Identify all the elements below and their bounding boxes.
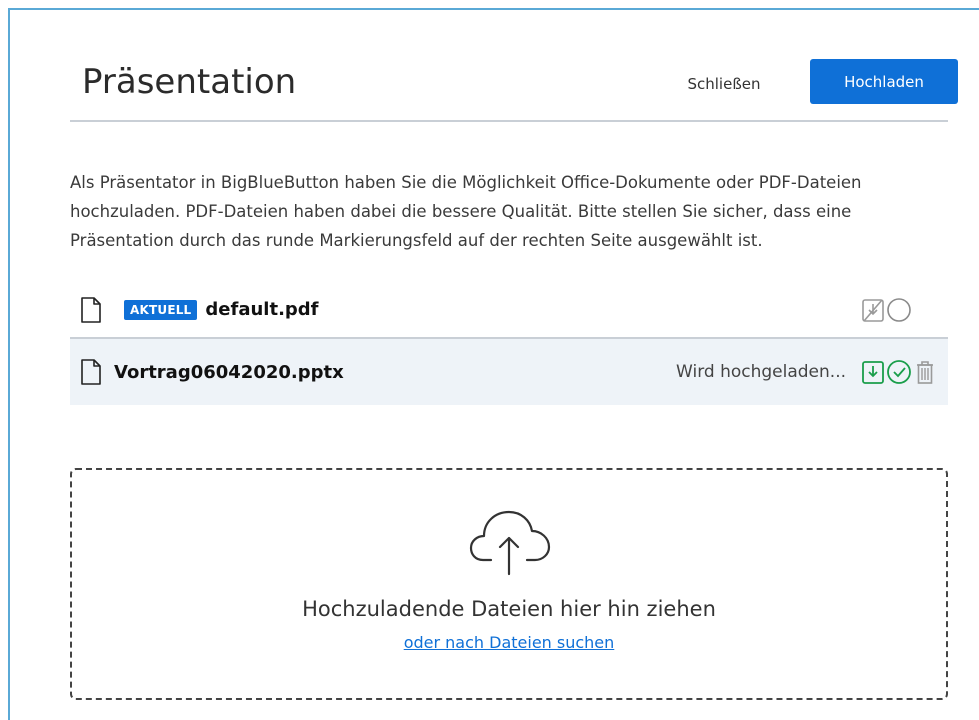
- radio-checked-icon[interactable]: [886, 359, 912, 385]
- trash-icon[interactable]: [912, 359, 938, 385]
- download-disabled-icon[interactable]: [860, 297, 886, 323]
- file-icon: [81, 296, 101, 323]
- browse-files-link[interactable]: oder nach Dateien suchen: [72, 633, 946, 652]
- upload-button[interactable]: Hochladen: [810, 59, 958, 104]
- dropzone-text: Hochzuladende Dateien hier hin ziehen: [302, 597, 716, 621]
- modal-title: Präsentation: [82, 62, 297, 102]
- current-badge: AKTUELL: [124, 299, 198, 320]
- cloud-upload-icon: [469, 510, 551, 576]
- download-enabled-icon[interactable]: [860, 359, 886, 385]
- upload-status: Wird hochgeladen...: [676, 362, 846, 382]
- close-button[interactable]: Schließen: [674, 70, 774, 98]
- file-row-vortrag: Vortrag06042020.pptx Wird hochgeladen...: [70, 339, 948, 405]
- file-name: default.pdf: [205, 299, 319, 320]
- file-icon: [81, 359, 101, 385]
- instructions-text: Als Präsentator in BigBlueButton haben S…: [70, 173, 862, 250]
- file-dropzone[interactable]: Hochzuladende Dateien hier hin ziehen od…: [70, 468, 948, 700]
- file-row-default: AKTUELL default.pdf: [70, 282, 948, 339]
- radio-unchecked-icon[interactable]: [886, 297, 912, 323]
- file-name: Vortrag06042020.pptx: [114, 361, 344, 383]
- header-divider: [70, 120, 948, 122]
